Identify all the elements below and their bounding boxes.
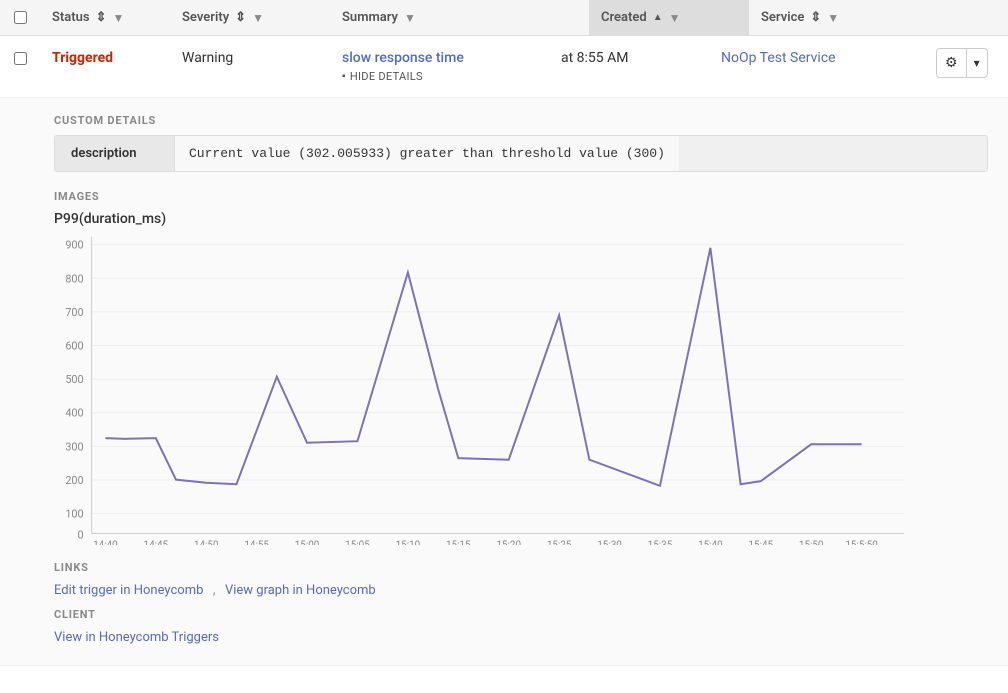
line-chart: 900 800 700 600 500 400 300 200 100 0 <box>54 235 914 545</box>
svg-text:14:50: 14:50 <box>194 540 219 545</box>
svg-text:300: 300 <box>65 440 83 453</box>
summary-link[interactable]: slow response time <box>342 50 464 66</box>
hide-details-button[interactable]: ▪ HIDE DETAILS <box>342 70 537 83</box>
hide-details-square-icon: ▪ <box>342 71 346 82</box>
th-severity[interactable]: Severity ⇕ ▼ <box>170 0 330 35</box>
td-actions: ⚙ ▾ <box>928 36 1008 90</box>
svg-text:15:20: 15:20 <box>496 540 521 545</box>
th-service-filter-icon[interactable]: ▼ <box>827 11 839 25</box>
header-checkbox-cell <box>0 1 40 34</box>
details-panel: CUSTOM DETAILS description Current value… <box>0 98 1008 666</box>
images-section-label: IMAGES <box>54 190 988 203</box>
chart-polyline <box>105 248 861 486</box>
svg-text:15:30: 15:30 <box>597 540 622 545</box>
row-checkbox[interactable] <box>14 52 27 65</box>
svg-text:15:05: 15:05 <box>345 540 370 545</box>
images-section: IMAGES P99(duration_ms) 900 800 700 600 … <box>54 190 988 545</box>
chart-title: P99(duration_ms) <box>54 211 988 227</box>
edit-trigger-link[interactable]: Edit trigger in Honeycomb <box>54 583 203 598</box>
svg-text:600: 600 <box>65 339 83 352</box>
th-service-sort-icon: ⇕ <box>810 10 821 25</box>
th-created-filter-icon[interactable]: ▼ <box>669 11 681 25</box>
service-name: NoOp Test Service <box>721 50 836 66</box>
svg-text:700: 700 <box>65 306 83 319</box>
custom-details-table: description Current value (302.005933) g… <box>54 135 988 172</box>
links-section: LINKS Edit trigger in Honeycomb , View g… <box>54 561 988 598</box>
th-status-label: Status <box>52 10 90 25</box>
view-honeycomb-triggers-link[interactable]: View in Honeycomb Triggers <box>54 630 219 645</box>
chart-container: 900 800 700 600 500 400 300 200 100 0 <box>54 235 914 545</box>
created-at-value: at 8:55 AM <box>561 50 629 66</box>
th-summary-label: Summary <box>342 10 398 25</box>
svg-text:15:5:50: 15:5:50 <box>845 540 878 545</box>
svg-text:14:40: 14:40 <box>93 540 118 545</box>
th-status-sort-icon: ⇕ <box>96 10 107 25</box>
severity-value: Warning <box>182 50 233 66</box>
svg-text:15:15: 15:15 <box>446 540 471 545</box>
actions-button[interactable]: ⚙ ▾ <box>936 48 988 78</box>
svg-text:900: 900 <box>65 239 83 252</box>
th-created-label: Created <box>601 10 647 25</box>
svg-text:800: 800 <box>65 272 83 285</box>
view-graph-link[interactable]: View graph in Honeycomb <box>225 583 376 598</box>
th-status-filter-icon[interactable]: ▼ <box>113 11 125 25</box>
th-severity-sort-icon: ⇕ <box>235 10 246 25</box>
client-section-label: CLIENT <box>54 608 988 621</box>
caret-down-icon: ▾ <box>967 50 987 76</box>
th-severity-filter-icon[interactable]: ▼ <box>252 11 264 25</box>
svg-text:15:10: 15:10 <box>396 540 421 545</box>
custom-details-section-label: CUSTOM DETAILS <box>54 114 988 127</box>
gear-icon: ⚙ <box>937 49 967 77</box>
svg-text:15:50: 15:50 <box>799 540 824 545</box>
service-link[interactable]: NoOp Test Service <box>721 50 836 66</box>
svg-text:0: 0 <box>78 528 84 541</box>
svg-text:500: 500 <box>65 373 83 386</box>
td-service: NoOp Test Service <box>709 36 928 80</box>
status-value: Triggered <box>52 50 113 66</box>
th-summary-filter-icon[interactable]: ▼ <box>404 11 416 25</box>
custom-detail-value: Current value (302.005933) greater than … <box>175 136 679 171</box>
svg-text:200: 200 <box>65 474 83 487</box>
td-severity: Warning <box>170 36 330 80</box>
td-created: at 8:55 AM <box>549 36 709 80</box>
th-status[interactable]: Status ⇕ ▼ <box>40 0 170 35</box>
th-service[interactable]: Service ⇕ ▼ <box>749 0 1008 35</box>
td-status: Triggered <box>40 36 170 80</box>
client-section: CLIENT View in Honeycomb Triggers <box>54 608 988 645</box>
svg-text:15:00: 15:00 <box>295 540 320 545</box>
svg-text:14:55: 14:55 <box>244 540 269 545</box>
svg-text:400: 400 <box>65 407 83 420</box>
svg-text:100: 100 <box>65 508 83 521</box>
table-header: Status ⇕ ▼ Severity ⇕ ▼ Summary ▼ Create… <box>0 0 1008 36</box>
custom-detail-key: description <box>55 136 175 171</box>
th-created[interactable]: Created ▲ ▼ <box>589 0 749 35</box>
th-created-sort-icon: ▲ <box>653 12 663 23</box>
svg-text:15:45: 15:45 <box>748 540 773 545</box>
svg-text:15:40: 15:40 <box>698 540 723 545</box>
th-summary[interactable]: Summary ▼ <box>330 0 589 35</box>
svg-text:15:25: 15:25 <box>547 540 572 545</box>
alert-table-row: Triggered Warning slow response time ▪ H… <box>0 36 1008 98</box>
th-service-label: Service <box>761 10 804 25</box>
hide-details-label: HIDE DETAILS <box>350 70 423 83</box>
svg-text:15:35: 15:35 <box>648 540 673 545</box>
svg-text:14:45: 14:45 <box>144 540 169 545</box>
select-all-checkbox[interactable] <box>14 11 27 24</box>
row-checkbox-cell <box>0 36 40 81</box>
links-section-label: LINKS <box>54 561 988 574</box>
td-summary: slow response time ▪ HIDE DETAILS <box>330 36 549 97</box>
th-severity-label: Severity <box>182 10 229 25</box>
link-separator: , <box>213 583 216 598</box>
